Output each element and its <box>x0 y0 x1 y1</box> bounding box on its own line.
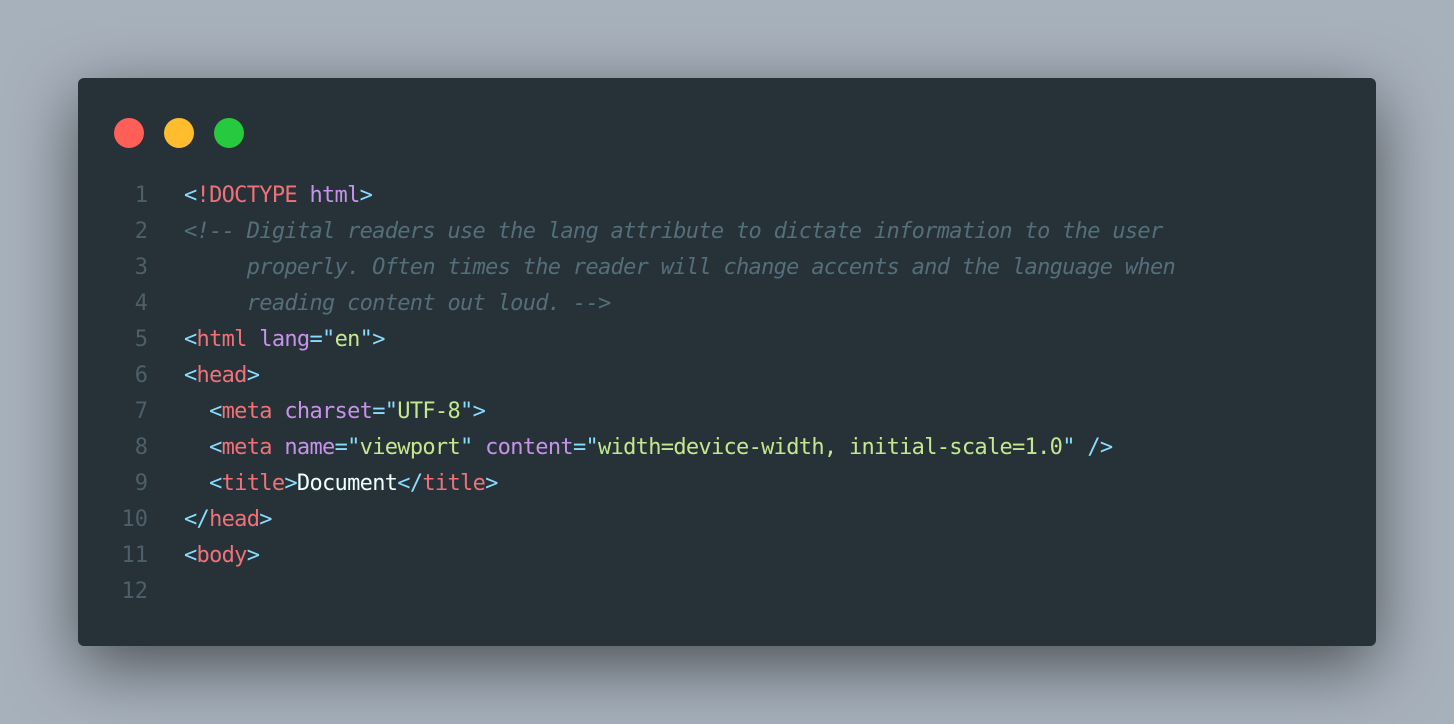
line-content: <meta charset="UTF-8"> <box>184 394 486 430</box>
line-content: <!DOCTYPE html> <box>184 178 373 214</box>
code-token: > <box>246 363 260 388</box>
code-token: properly. Often times the reader will ch… <box>184 255 1176 280</box>
line-number: 8 <box>134 435 148 460</box>
code-token: > <box>359 183 373 208</box>
code-line: 12 <box>78 574 1376 610</box>
code-token: > <box>246 543 260 568</box>
code-token: title <box>422 471 486 496</box>
code-token: meta <box>221 435 273 460</box>
code-token: lang <box>259 327 310 352</box>
line-number: 6 <box>134 363 148 388</box>
code-token: name <box>284 435 335 460</box>
code-token: /> <box>1087 435 1113 460</box>
code-token: =" <box>309 327 335 352</box>
code-token: UTF-8 <box>397 399 461 424</box>
code-token: < <box>209 471 222 496</box>
code-token: Document <box>296 471 398 496</box>
code-line: 3 properly. Often times the reader will … <box>78 250 1376 286</box>
line-number: 9 <box>134 471 148 496</box>
code-token: reading content out loud. --> <box>184 291 612 316</box>
line-number: 2 <box>134 219 148 244</box>
code-token: body <box>196 543 248 568</box>
code-token: < <box>209 435 222 460</box>
line-content: <title>Document</title> <box>184 466 498 502</box>
code-token: <!-- Digital readers use the lang attrib… <box>184 219 1163 244</box>
code-token: " <box>1062 435 1075 460</box>
code-token: "> <box>359 327 386 352</box>
line-content: </head> <box>184 502 273 538</box>
code-line: 7 <meta charset="UTF-8"> <box>78 394 1376 430</box>
code-token: =" <box>334 435 361 460</box>
code-line: 5 <html lang="en"> <box>78 322 1376 358</box>
line-content: <html lang="en"> <box>184 322 385 358</box>
code-token: > <box>485 471 498 496</box>
line-content: <meta name="viewport" content="width=dev… <box>184 430 1113 466</box>
code-token: </ <box>397 471 423 496</box>
code-token: " <box>460 435 473 460</box>
code-token: title <box>221 471 285 496</box>
code-token: </ <box>184 507 210 532</box>
line-number: 10 <box>121 507 149 532</box>
code-token: < <box>184 543 197 568</box>
zoom-button[interactable] <box>214 118 244 148</box>
code-token: "> <box>460 399 486 424</box>
code-token: !DOCTYPE <box>196 183 298 208</box>
code-token: charset <box>284 399 373 424</box>
line-content: reading content out loud. --> <box>184 286 612 322</box>
code-line: 2 <!-- Digital readers use the lang attri… <box>78 214 1376 250</box>
line-content: <!-- Digital readers use the lang attrib… <box>184 214 1163 250</box>
code-line: 4 reading content out loud. --> <box>78 286 1376 322</box>
code-token: < <box>184 327 197 352</box>
code-token: width=device-width, initial-scale=1.0 <box>598 435 1063 460</box>
code-token: < <box>184 183 197 208</box>
code-token: meta <box>221 399 273 424</box>
code-token: html <box>196 327 248 352</box>
code-token: =" <box>372 399 398 424</box>
line-number: 4 <box>134 291 148 316</box>
code-window: 1 <!DOCTYPE html> 2 <!-- Digital readers us… <box>78 78 1376 646</box>
window-controls <box>114 118 244 148</box>
code-token: > <box>259 507 272 532</box>
code-line: 8 <meta name="viewport" content="width=d… <box>78 430 1376 466</box>
code-token: < <box>184 363 197 388</box>
code-line: 6 <head> <box>78 358 1376 394</box>
line-number: 1 <box>134 183 148 208</box>
code-token: html <box>309 183 360 208</box>
line-number: 12 <box>121 579 149 604</box>
minimize-button[interactable] <box>164 118 194 148</box>
line-content: properly. Often times the reader will ch… <box>184 250 1176 286</box>
code-token: content <box>485 435 574 460</box>
code-line: 9 <title>Document</title> <box>78 466 1376 502</box>
line-number: 3 <box>134 255 148 280</box>
line-number: 5 <box>134 327 148 352</box>
code-token: < <box>209 399 222 424</box>
line-number: 11 <box>121 543 149 568</box>
code-token: =" <box>572 435 599 460</box>
code-line: 11 <body> <box>78 538 1376 574</box>
code-token: head <box>196 363 248 388</box>
line-number: 7 <box>134 399 148 424</box>
code-token: en <box>334 327 361 352</box>
line-content: <body> <box>184 538 260 574</box>
code-token: viewport <box>359 435 461 460</box>
code-line: 10 </head> <box>78 502 1376 538</box>
code-block[interactable]: 1 <!DOCTYPE html> 2 <!-- Digital readers us… <box>78 178 1376 610</box>
code-line: 1 <!DOCTYPE html> <box>78 178 1376 214</box>
code-token: head <box>209 507 260 532</box>
code-token: > <box>284 471 297 496</box>
close-button[interactable] <box>114 118 144 148</box>
line-content: <head> <box>184 358 260 394</box>
